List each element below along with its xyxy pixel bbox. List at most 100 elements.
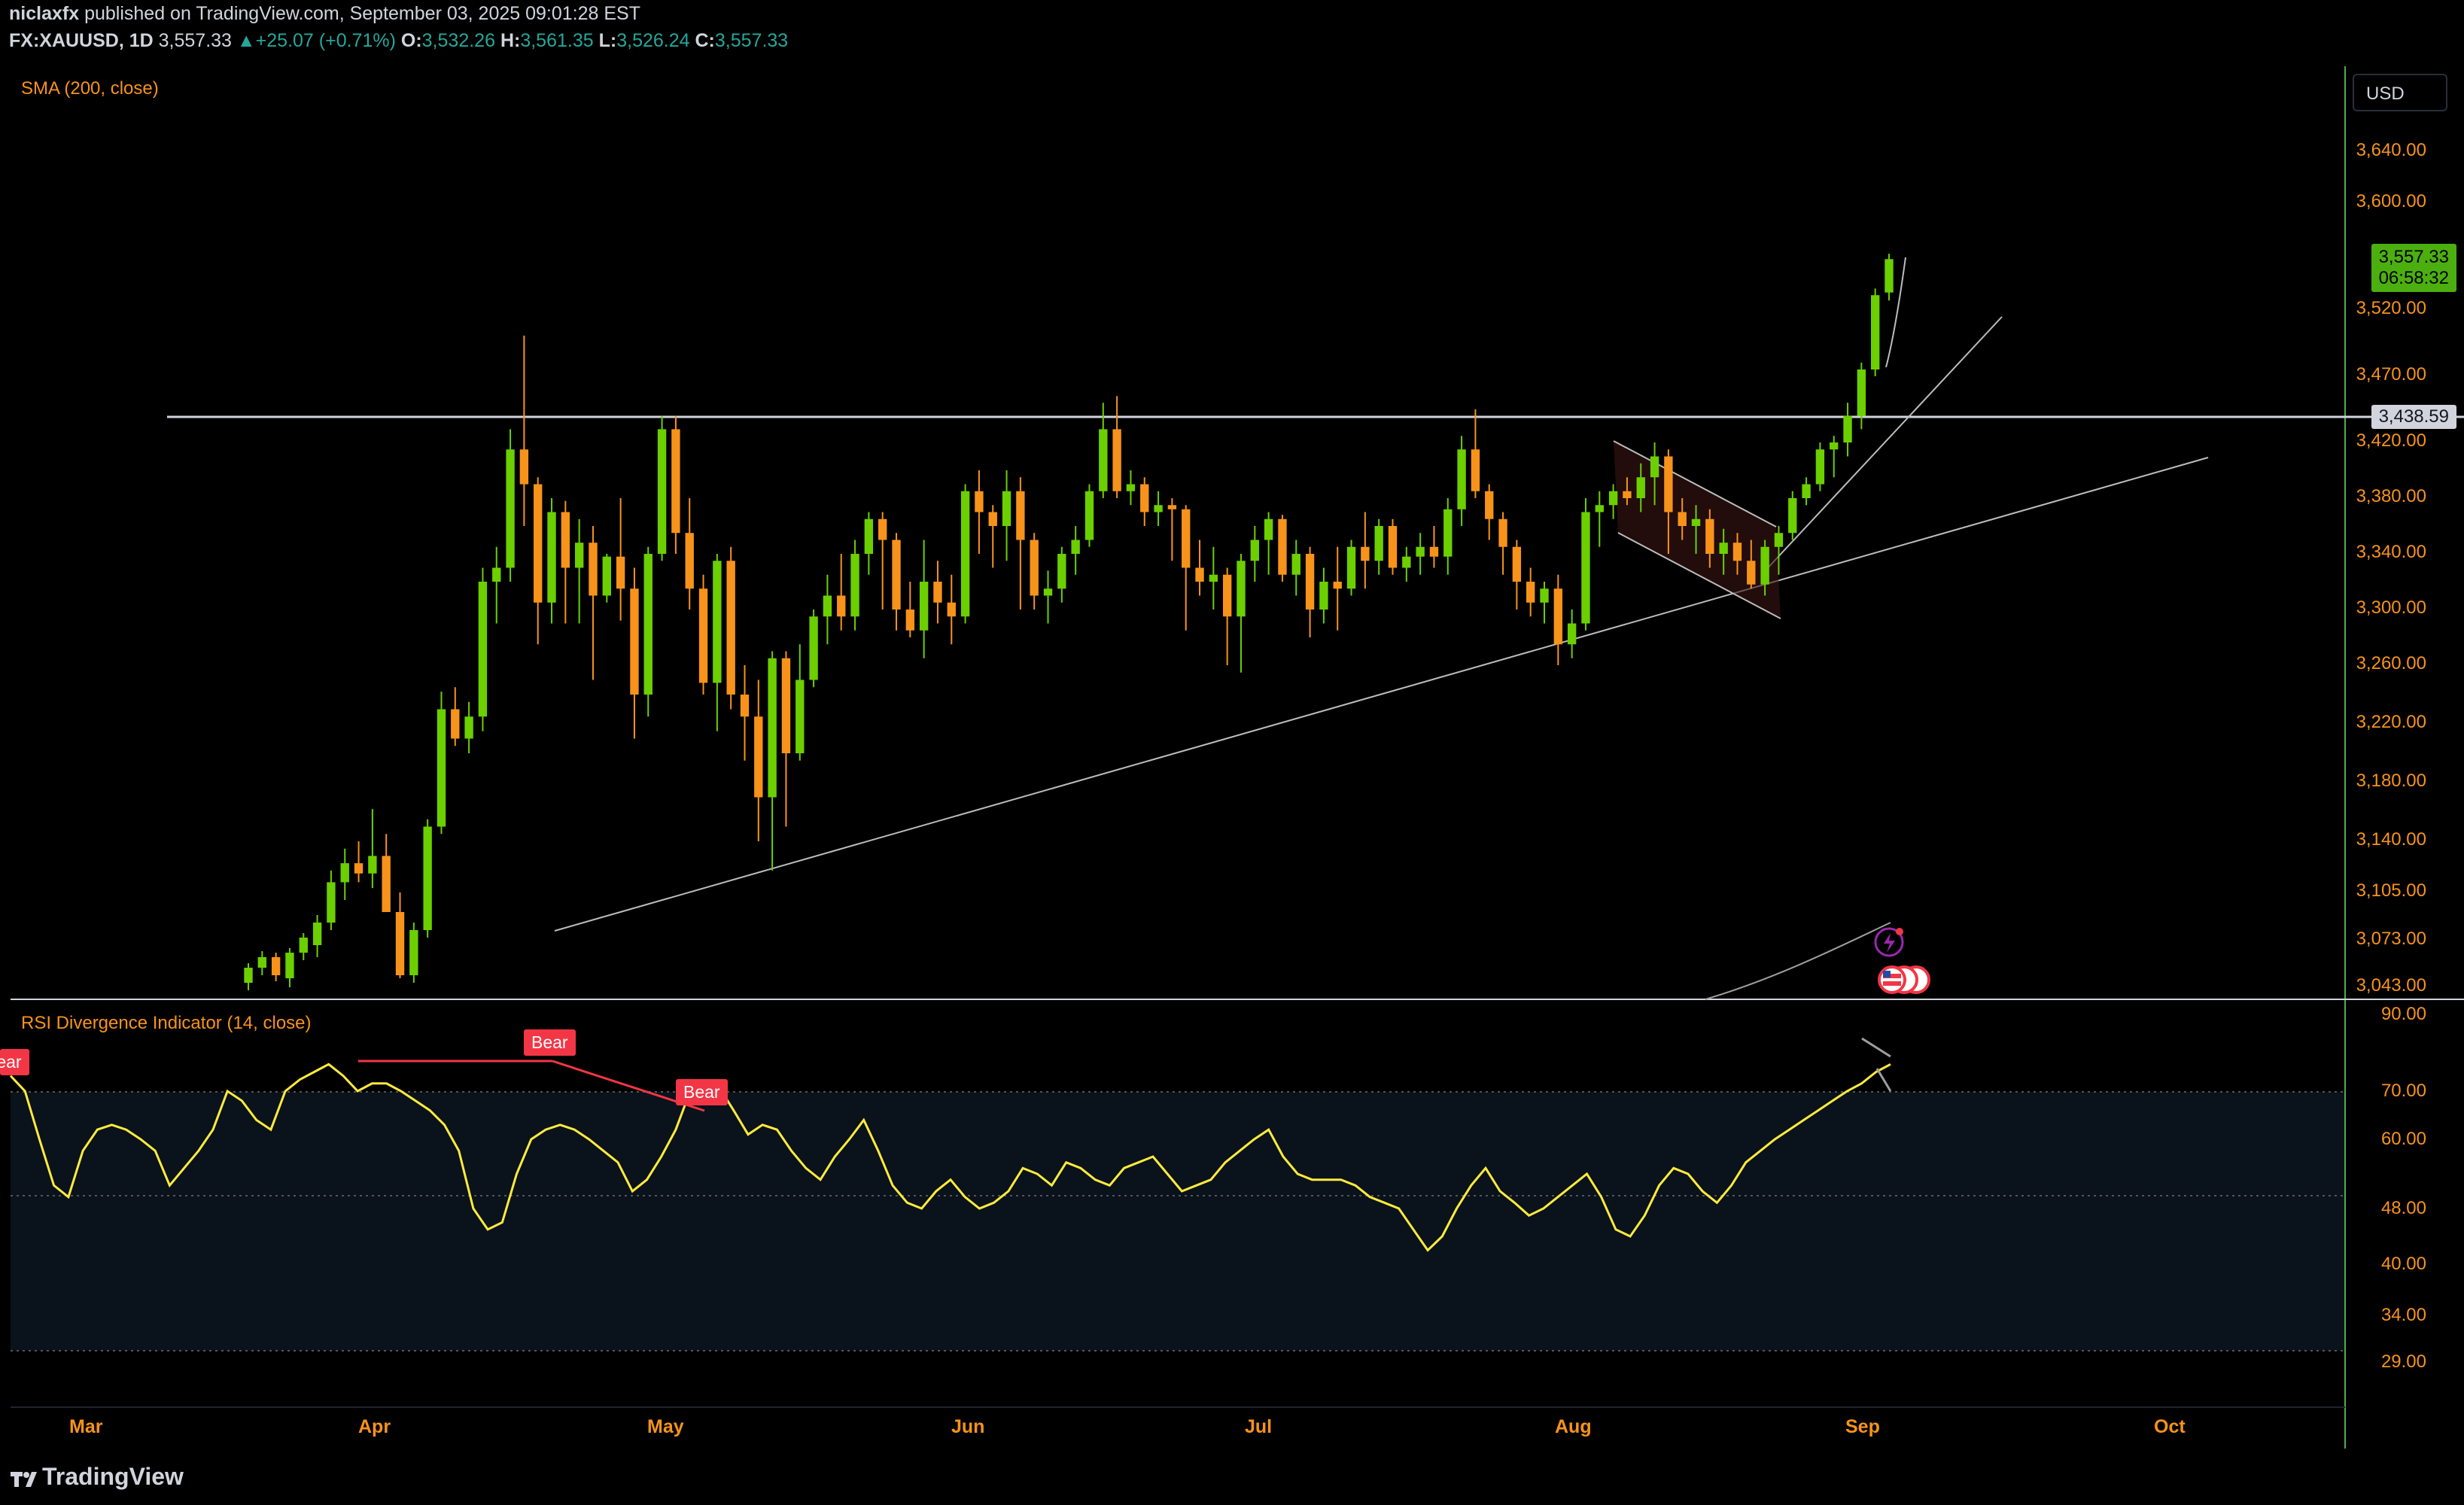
price-tick: 3,140.00 bbox=[2356, 829, 2426, 850]
candle-body bbox=[257, 957, 266, 968]
candle-body bbox=[892, 540, 901, 610]
candle-body bbox=[299, 938, 308, 953]
sma-legend[interactable]: SMA (200, close) bbox=[21, 78, 159, 99]
time-tick: Oct bbox=[2154, 1416, 2186, 1437]
price-tick: 3,470.00 bbox=[2356, 364, 2426, 385]
price-tick: 3,380.00 bbox=[2356, 486, 2426, 506]
candle-body bbox=[1747, 561, 1756, 585]
candle-body bbox=[1540, 588, 1549, 603]
candle-body bbox=[1885, 259, 1894, 293]
candle-body bbox=[1112, 429, 1121, 491]
time-tick: May bbox=[647, 1416, 684, 1437]
candle-body bbox=[1429, 546, 1439, 557]
candle-body bbox=[1099, 429, 1108, 491]
candle-body bbox=[1857, 369, 1866, 416]
low-label: L: bbox=[598, 30, 617, 51]
last-price-badge: 3,557.33 06:58:32 bbox=[2371, 244, 2456, 292]
candle-body bbox=[1250, 540, 1259, 561]
candle-body bbox=[368, 856, 377, 874]
candle-body bbox=[1209, 574, 1218, 582]
price-change: +25.07 (+0.71%) bbox=[255, 30, 396, 51]
price-chart[interactable] bbox=[0, 0, 2464, 1505]
candle-body bbox=[1608, 491, 1618, 506]
price-tick: 3,220.00 bbox=[2356, 712, 2426, 732]
ohlc-legend: FX:XAUUSD, 1D 3,557.33 ▲+25.07 (+0.71%) … bbox=[9, 30, 788, 52]
candle-body bbox=[630, 588, 639, 695]
candle-body bbox=[657, 429, 667, 554]
tradingview-logo[interactable]: TradingView bbox=[9, 1463, 184, 1491]
candle-body bbox=[451, 709, 460, 739]
bear-divergence-label-1[interactable]: Bear bbox=[0, 1049, 29, 1075]
price-tick: 3,600.00 bbox=[2356, 191, 2426, 211]
candle-body bbox=[1291, 554, 1300, 575]
rsi-legend[interactable]: RSI Divergence Indicator (14, close) bbox=[21, 1013, 312, 1034]
candle-body bbox=[574, 543, 584, 568]
rsi-band-fill bbox=[11, 1092, 2345, 1351]
candle-body bbox=[809, 616, 818, 680]
candle-body bbox=[1002, 491, 1011, 526]
price-tick: 3,300.00 bbox=[2356, 597, 2426, 618]
symbol-label[interactable]: FX:XAUUSD, 1D bbox=[9, 30, 154, 51]
candle-body bbox=[1388, 526, 1398, 568]
candle-body bbox=[905, 610, 915, 631]
candle-body bbox=[1843, 415, 1852, 442]
price-tick: 3,420.00 bbox=[2356, 430, 2426, 451]
candle-body bbox=[423, 826, 432, 930]
candle-body bbox=[1774, 533, 1784, 547]
candle-body bbox=[395, 912, 405, 975]
candle-body bbox=[768, 658, 777, 798]
publisher-name[interactable]: niclaxfx bbox=[9, 3, 79, 24]
time-tick: Aug bbox=[1555, 1416, 1592, 1437]
open-label: O: bbox=[400, 30, 422, 51]
currency-selector[interactable]: USD bbox=[2353, 74, 2447, 111]
candle-body bbox=[1526, 582, 1535, 603]
candle-body bbox=[837, 595, 846, 617]
candle-body bbox=[519, 449, 529, 485]
price-tick: 3,180.00 bbox=[2356, 771, 2426, 791]
tradingview-logo-icon bbox=[11, 1471, 37, 1487]
candle-body bbox=[1512, 546, 1522, 582]
candle-body bbox=[1195, 567, 1204, 582]
candle-body bbox=[1788, 498, 1797, 534]
last-price-badge-value: 3,557.33 bbox=[2378, 247, 2449, 267]
economic-events-flag-icons[interactable] bbox=[1878, 965, 1930, 994]
rsi-tick: 34.00 bbox=[2380, 1305, 2426, 1325]
bear-divergence-label-2[interactable]: Bear bbox=[524, 1029, 576, 1056]
price-tick: 3,340.00 bbox=[2356, 542, 2426, 562]
high-value: 3,561.35 bbox=[520, 30, 594, 51]
candle-body bbox=[1636, 477, 1645, 498]
candle-body bbox=[1705, 518, 1714, 554]
publish-info: niclaxfx published on TradingView.com, S… bbox=[9, 3, 640, 25]
candle-body bbox=[464, 716, 473, 739]
price-pane[interactable] bbox=[11, 66, 2345, 999]
candle-body bbox=[1678, 512, 1687, 526]
candle-body bbox=[1871, 295, 1880, 369]
tradingview-brand: TradingView bbox=[42, 1463, 184, 1490]
rsi-tick: 29.00 bbox=[2380, 1351, 2426, 1372]
price-tick: 3,105.00 bbox=[2356, 880, 2426, 901]
candle-body bbox=[1471, 449, 1480, 491]
candle-body bbox=[1140, 484, 1149, 512]
candle-body bbox=[1830, 442, 1839, 450]
level-price-badge: 3,438.59 bbox=[2371, 405, 2456, 429]
candle-body bbox=[492, 567, 501, 582]
candle-body bbox=[1057, 554, 1066, 589]
rsi-tick: 48.00 bbox=[2380, 1198, 2426, 1218]
candle-body bbox=[1595, 505, 1604, 512]
candle-body bbox=[382, 856, 391, 912]
candle-body bbox=[671, 429, 680, 534]
candle-body bbox=[1443, 509, 1453, 557]
rsi-projection-line bbox=[1861, 1037, 1891, 1058]
close-label: C: bbox=[695, 30, 715, 51]
candle-body bbox=[823, 595, 832, 617]
close-value: 3,557.33 bbox=[714, 30, 789, 51]
bear-divergence-label-3[interactable]: Bear bbox=[676, 1079, 728, 1105]
candle-body bbox=[1084, 491, 1094, 540]
candle-body bbox=[354, 863, 364, 874]
candle-body bbox=[1457, 449, 1466, 509]
candle-body bbox=[1623, 491, 1632, 498]
candle-body bbox=[1030, 540, 1039, 596]
candle-body bbox=[1182, 509, 1191, 568]
candle-body bbox=[864, 518, 874, 554]
candle-body bbox=[1154, 505, 1163, 512]
